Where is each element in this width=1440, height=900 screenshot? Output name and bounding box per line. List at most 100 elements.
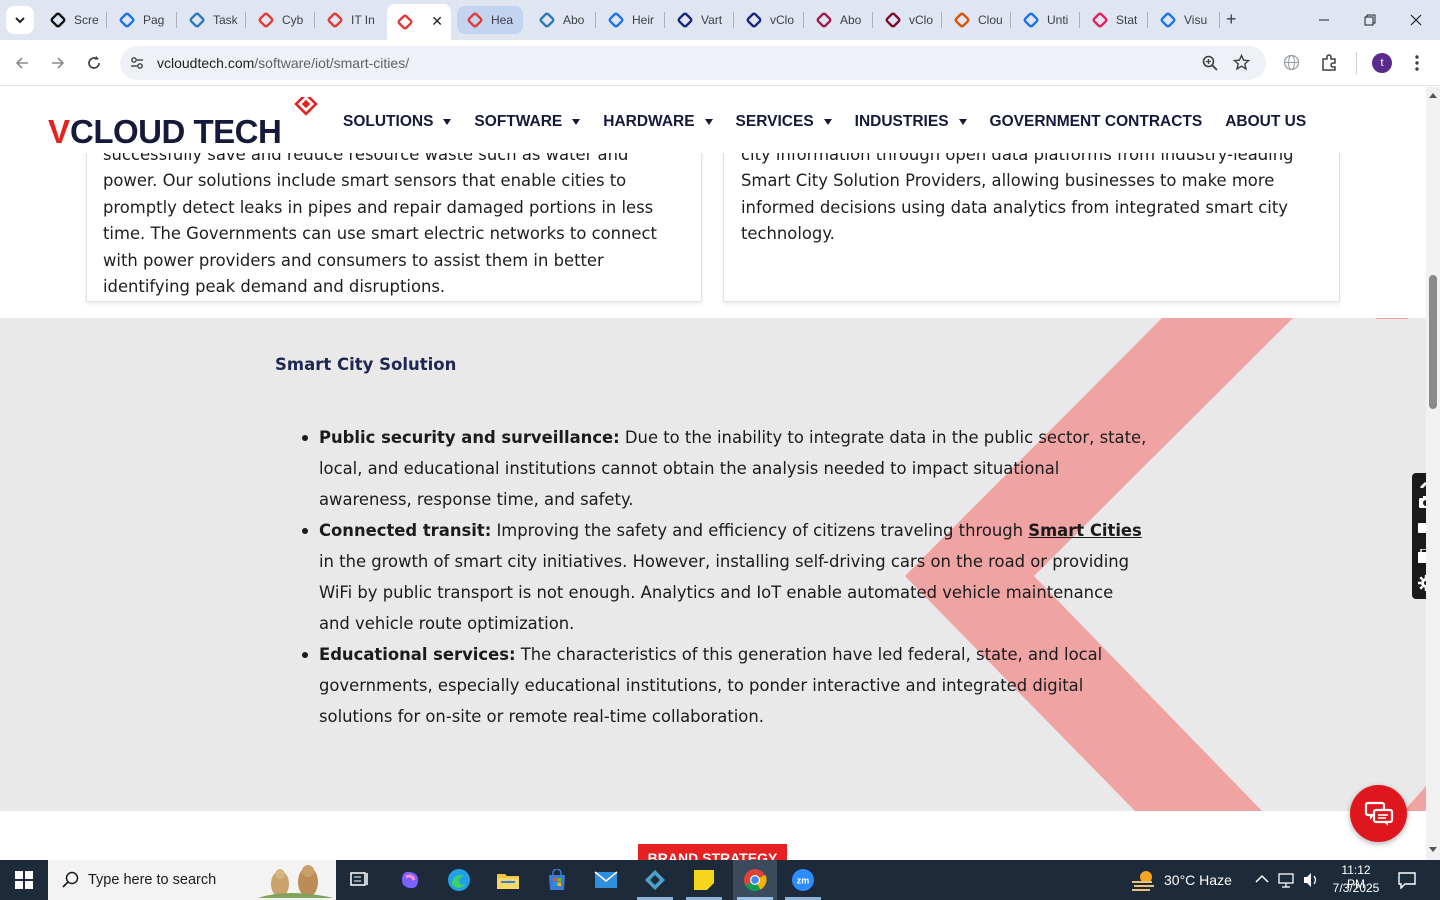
back-button[interactable] (9, 50, 35, 76)
tab-separator (872, 12, 873, 28)
nav-item-services[interactable]: SERVICES (736, 113, 832, 131)
app-icon[interactable] (641, 866, 669, 894)
browser-tab[interactable]: Pag (109, 6, 173, 34)
sticky-notes-icon[interactable] (690, 866, 718, 894)
close-window-button[interactable] (1404, 8, 1428, 32)
extensions-puzzle-icon[interactable] (1320, 53, 1338, 71)
nav-item-industries[interactable]: INDUSTRIES (855, 113, 967, 131)
zoom-icon[interactable] (1202, 55, 1218, 71)
tab-separator (1219, 12, 1220, 28)
start-button[interactable] (0, 860, 48, 900)
page-scrollbar[interactable] (1426, 87, 1440, 860)
file-explorer-icon[interactable] (494, 866, 522, 894)
chrome-icon[interactable] (741, 866, 769, 894)
scroll-up-arrow-icon (1429, 93, 1437, 98)
browser-tab[interactable]: Unti (1013, 6, 1076, 34)
weather-haze-icon (1132, 871, 1154, 891)
docs-icon (1023, 12, 1039, 28)
browser-tab[interactable]: Vart (667, 6, 730, 34)
vcloud-tech-logo[interactable]: V CLOUD TECH (48, 92, 324, 151)
browser-tab[interactable]: Hea (457, 6, 523, 34)
bullet-text: Improving the safety and efficiency of c… (491, 521, 1029, 540)
check-icon (746, 12, 762, 28)
tab-separator (803, 12, 804, 28)
more-menu-icon[interactable] (1414, 54, 1420, 72)
browser-tab[interactable]: Visu (1150, 6, 1212, 34)
tab-label: IT In (351, 13, 375, 27)
zoom-icon[interactable]: zm (789, 866, 817, 894)
notification-center-icon[interactable] (1397, 871, 1417, 889)
pagespeed-icon (119, 12, 135, 28)
tab-label: vClo (770, 13, 795, 27)
back-arrow-icon (15, 57, 28, 69)
nav-item-label: SOLUTIONS (343, 113, 434, 130)
store-icon[interactable] (543, 866, 571, 894)
browser-tab[interactable]: Cyb (248, 6, 311, 34)
nav-item-label: ABOUT US (1225, 113, 1307, 130)
tab-label: Heir (632, 13, 655, 27)
bookmark-star-icon[interactable] (1233, 54, 1250, 71)
minimize-button[interactable] (1312, 8, 1336, 32)
url-path: /software/iot/smart-cities/ (254, 55, 410, 71)
browser-tab[interactable]: Heir (598, 6, 661, 34)
tab-close-icon[interactable]: ✕ (431, 13, 443, 30)
browser-tab[interactable]: vClo (875, 6, 938, 34)
tab-label: Stat (1116, 13, 1138, 27)
tab-separator (941, 12, 942, 28)
copilot-icon[interactable] (396, 866, 424, 894)
tab-separator (595, 12, 596, 28)
swoosh-icon (954, 12, 970, 28)
volume-icon (1304, 873, 1317, 887)
v-icon (885, 12, 901, 28)
weather-text[interactable]: 30°C Haze (1164, 872, 1232, 888)
tab-separator (176, 12, 177, 28)
edge-icon[interactable] (445, 866, 473, 894)
taskbar-search-box[interactable]: Type here to search (48, 860, 336, 900)
caret-down-icon (823, 119, 832, 125)
tab-label: Cyb (282, 13, 304, 27)
forward-button[interactable] (45, 50, 71, 76)
tab-label: Visu (1184, 13, 1208, 27)
task-view-icon[interactable] (346, 866, 374, 894)
chevron-down-icon (15, 17, 25, 24)
browser-tab[interactable]: ✕ (387, 4, 451, 40)
browser-tab[interactable]: Task (179, 6, 242, 34)
browser-tab[interactable]: vClo (736, 6, 800, 34)
nav-item-hardware[interactable]: HARDWARE (603, 113, 713, 131)
url-host: vcloudtech.com (157, 55, 255, 71)
browser-tab[interactable]: Abo (806, 6, 869, 34)
nav-item-government-contracts[interactable]: GOVERNMENT CONTRACTS (990, 113, 1203, 131)
site-header: V CLOUD TECH SOLUTIONS SOFTWARE HARDWARE SE… (0, 87, 1426, 153)
browser-tab[interactable]: IT In (317, 6, 380, 34)
browser-tab[interactable]: Clou (944, 6, 1007, 34)
vcloud-diamond-icon (467, 12, 483, 28)
tab-label: Scre (74, 13, 99, 27)
nav-item-solutions[interactable]: SOLUTIONS (343, 113, 452, 131)
smart-city-solution-section: Smart City Solution Public security and … (0, 318, 1426, 811)
caret-down-icon (958, 119, 967, 125)
live-chat-button[interactable] (1350, 785, 1407, 842)
reload-icon (88, 56, 100, 69)
mail-icon[interactable] (592, 866, 620, 894)
tab-separator (1147, 12, 1148, 28)
scrollbar-thumb[interactable] (1429, 275, 1437, 409)
profile-avatar[interactable]: t (1372, 53, 1392, 73)
smart-cities-link[interactable]: Smart Cities (1028, 521, 1142, 540)
browser-tab-strip: Scre Pag Task Cyb IT In ✕ Hea Abo Heir Vart vClo Ab… (0, 0, 1440, 40)
browser-tab[interactable]: Abo (529, 6, 592, 34)
translate-globe-icon[interactable] (1283, 54, 1300, 71)
x-icon (677, 12, 693, 28)
windows-logo-icon (15, 871, 33, 889)
address-bar[interactable]: vcloudtech.com/software/iot/smart-cities… (120, 46, 1266, 80)
reload-button[interactable] (81, 50, 107, 76)
caret-down-icon (572, 119, 581, 125)
browser-tab[interactable]: Scre (40, 6, 103, 34)
bullet-heading: Connected transit: (319, 521, 492, 540)
new-tab-button[interactable]: + (1226, 10, 1237, 28)
restore-button[interactable] (1358, 8, 1382, 32)
browser-tab[interactable]: Stat (1082, 6, 1144, 34)
tab-search-button[interactable] (6, 6, 34, 34)
clock-date[interactable]: 7/3/2025 (1331, 881, 1381, 895)
nav-item-about-us[interactable]: ABOUT US (1225, 113, 1306, 131)
nav-item-software[interactable]: SOFTWARE (474, 113, 581, 131)
